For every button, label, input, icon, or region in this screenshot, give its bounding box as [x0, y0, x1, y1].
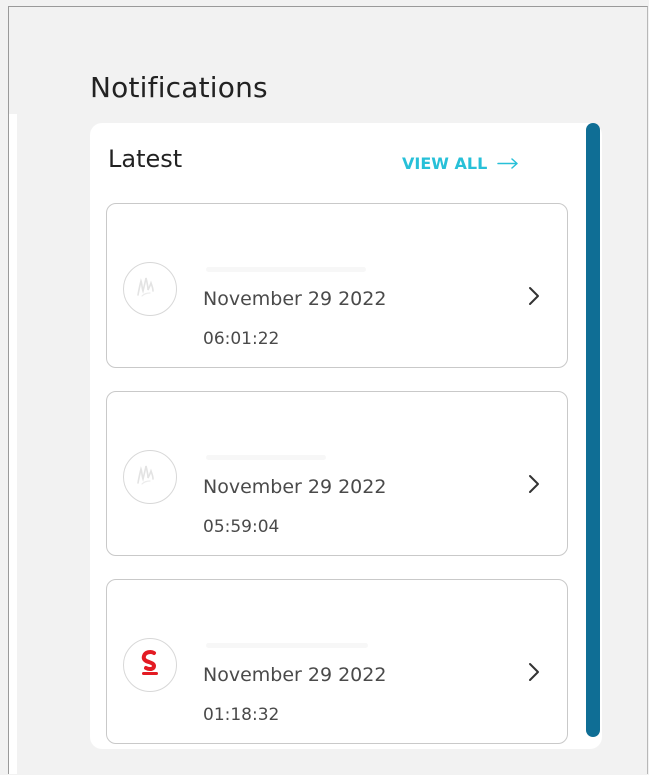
notification-time: 05:59:04 [203, 517, 280, 537]
scrollbar[interactable] [586, 123, 600, 737]
left-sidebar-edge [9, 114, 17, 774]
notification-date: November 29 2022 [203, 476, 387, 498]
scotiabank-logo-icon [123, 638, 177, 692]
blurred-message-line [207, 644, 367, 647]
notification-date: November 29 2022 [203, 288, 387, 310]
chevron-right-icon[interactable] [527, 286, 541, 306]
notification-card[interactable]: November 29 2022 06:01:22 [106, 203, 568, 368]
notification-card[interactable]: November 29 2022 01:18:32 [106, 579, 568, 744]
notification-date: November 29 2022 [203, 664, 387, 686]
notification-time: 06:01:22 [203, 329, 280, 349]
chevron-right-icon[interactable] [527, 474, 541, 494]
chevron-right-icon[interactable] [527, 662, 541, 682]
notification-card[interactable]: November 29 2022 05:59:04 [106, 391, 568, 556]
placeholder-logo-icon [123, 262, 177, 316]
blurred-message-line [207, 268, 365, 271]
arrow-right-icon [497, 158, 519, 169]
panel-title: Latest [108, 145, 183, 173]
notification-time: 01:18:32 [203, 705, 280, 725]
placeholder-logo-icon [123, 450, 177, 504]
view-all-link[interactable]: VIEW ALL [402, 154, 520, 173]
blurred-message-line [207, 456, 325, 459]
page-title: Notifications [90, 70, 268, 104]
view-all-label: VIEW ALL [402, 154, 488, 173]
